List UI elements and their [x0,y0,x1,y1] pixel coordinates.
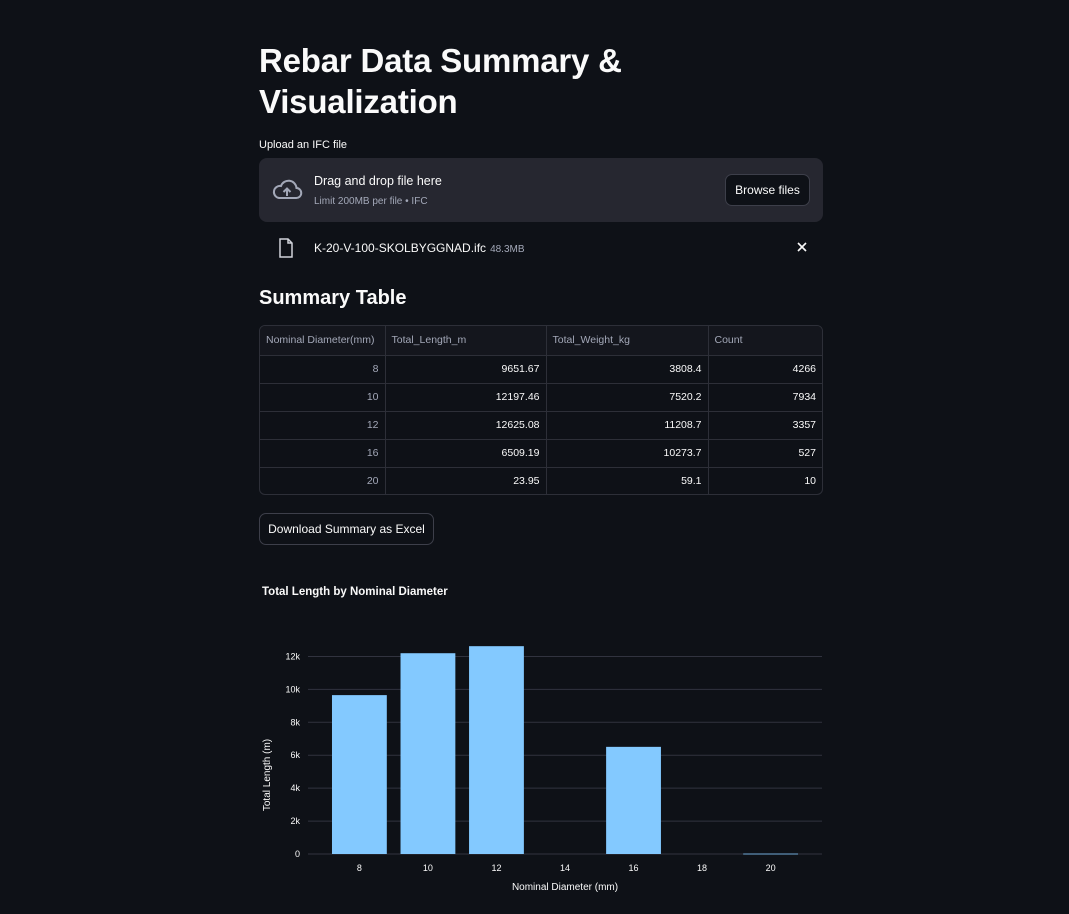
y-tick-label: 2k [290,816,300,826]
y-tick-label: 4k [290,783,300,793]
table-row: 20 23.95 59.1 10 [260,467,822,494]
x-axis-ticks: 8 10 12 14 16 18 20 [357,863,776,873]
column-header[interactable]: Nominal Diameter(mm) [260,326,386,356]
y-tick-label: 10k [285,684,300,694]
column-header[interactable]: Total_Length_m [385,326,547,356]
table-row: 8 9651.67 3808.4 4266 [260,355,822,384]
table-cell: 59.1 [546,467,709,494]
table-cell: 10 [804,475,816,488]
table-cell: 3357 [708,411,822,440]
browse-files-button[interactable]: Browse files [725,174,810,206]
table-cell: 11208.7 [546,411,709,440]
column-header[interactable]: Total_Weight_kg [546,326,709,356]
file-icon [279,238,293,258]
y-tick-label: 0 [295,849,300,859]
table-row: 12 12625.08 11208.7 3357 [260,411,822,440]
file-dropzone[interactable]: Drag and drop file here Limit 200MB per … [259,158,823,222]
cloud-upload-icon [272,179,303,199]
file-name: K-20-V-100-SKOLBYGGNAD.ifc 48.3MB [314,241,525,255]
table-cell: 10273.7 [546,439,709,468]
bar-chart[interactable]: 0 2k 4k 6k 8k 10k 12k 8 10 12 14 16 18 20 Total Leng… [259,600,823,900]
summary-table[interactable]: Nominal Diameter(mm) Total_Length_m Tota… [259,325,823,495]
x-tick-label: 8 [357,863,362,873]
file-size: 48.3MB [490,244,525,255]
table-cell: 527 [708,439,822,468]
table-cell: 8 [260,355,386,384]
x-tick-label: 12 [491,863,501,873]
y-tick-label: 12k [285,651,300,661]
uploaded-file: K-20-V-100-SKOLBYGGNAD.ifc 48.3MB [259,236,823,260]
column-header[interactable]: Count [708,326,822,356]
table-header-row: Nominal Diameter(mm) Total_Length_m Tota… [260,326,822,356]
file-name-text: K-20-V-100-SKOLBYGGNAD.ifc [314,241,487,255]
table-cell: 6509.19 [385,439,547,468]
y-axis-label: Total Length (m) [262,739,273,811]
y-axis-ticks: 0 2k 4k 6k 8k 10k 12k [285,651,300,859]
bar[interactable] [331,695,387,854]
uploader-label: Upload an IFC file [259,139,348,151]
page-title: Rebar Data Summary & Visualization [259,42,622,120]
table-cell: 7934 [708,383,822,412]
table-cell: 4266 [708,355,822,384]
table-cell: 23.95 [385,467,547,494]
x-tick-label: 18 [697,863,707,873]
bar[interactable] [606,746,661,854]
table-cell: 9651.67 [385,355,547,384]
table-row: 10 12197.46 7520.2 7934 [260,383,822,412]
bar[interactable] [469,646,524,854]
bar[interactable] [400,653,456,854]
y-tick-label: 6k [290,750,300,760]
x-tick-label: 14 [560,863,570,873]
table-row: 16 6509.19 10273.7 527 [260,439,822,468]
summary-heading: Summary Table [259,287,407,309]
chart-title: Total Length by Nominal Diameter [262,586,448,598]
chart-bars [331,646,799,855]
drop-instructions: Drag and drop file here [314,174,442,188]
x-axis-label: Nominal Diameter (mm) [512,882,618,893]
x-tick-label: 10 [423,863,433,873]
table-cell: 7520.2 [546,383,709,412]
table-cell: 3808.4 [546,355,709,384]
table-cell: 12 [260,411,386,440]
download-excel-button[interactable]: Download Summary as Excel [259,513,434,545]
table-cell: 12197.46 [385,383,547,412]
table-cell: 20 [260,467,386,494]
bar[interactable] [743,853,799,855]
upload-limit-text: Limit 200MB per file • IFC [314,196,428,207]
table-cell: 10 [260,383,386,412]
x-tick-label: 20 [766,863,776,873]
x-tick-label: 16 [629,863,639,873]
table-cell: 16 [260,439,386,468]
table-cell: 12625.08 [385,411,547,440]
y-tick-label: 8k [290,717,300,727]
close-icon[interactable] [795,240,809,254]
